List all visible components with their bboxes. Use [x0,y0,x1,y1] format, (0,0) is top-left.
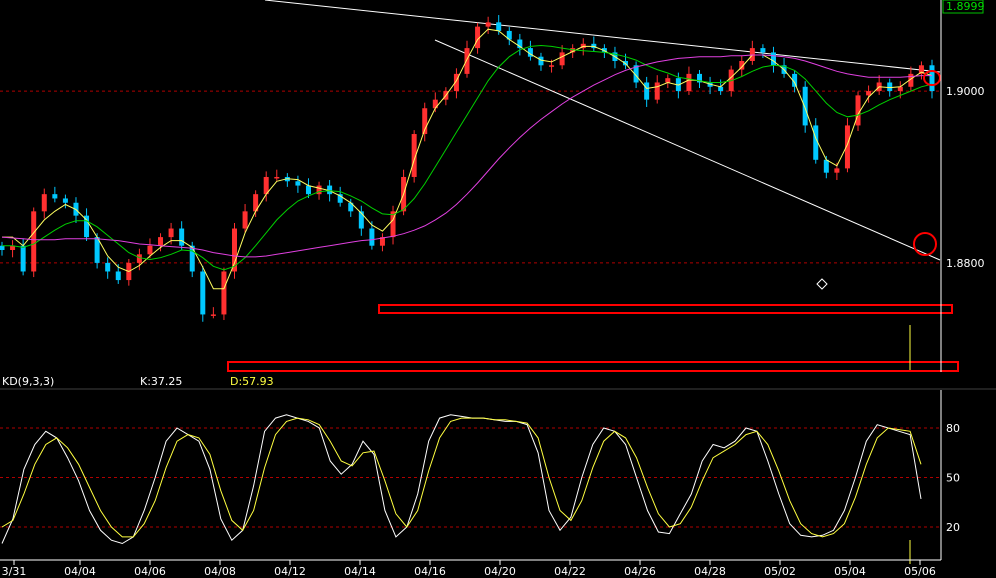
candle-body [718,86,724,92]
candle-body [549,65,555,67]
support-circle-marker [913,232,937,256]
kd-d-value: D:57.93 [230,375,274,388]
trendlines [264,0,941,261]
price-tick-label: 1.9000 [946,85,985,98]
time-tick-label: 05/04 [834,565,866,578]
candle-body [496,22,502,31]
candle-body [855,95,861,126]
kd-tick-label: 20 [946,521,960,534]
candle-body [485,22,491,27]
candle-body [168,228,174,238]
kd-title: KD(9,3,3) [2,375,54,388]
candle-body [179,228,185,246]
lower-trendline [434,39,941,261]
time-tick-label: 04/14 [344,565,376,578]
candle-body [200,271,206,315]
candle-body [369,228,375,246]
candle-body [358,211,364,229]
upper-trendline [264,0,941,73]
price-tick-label: 1.8800 [946,257,985,270]
candle-body [242,211,248,229]
candle-body [559,52,565,66]
candle-body [665,78,671,83]
kd-tick-label: 50 [946,472,960,485]
candle-body [0,245,5,251]
time-tick-label: 04/04 [64,565,96,578]
time-tick-label: 04/26 [624,565,656,578]
kd-line [1,414,922,545]
time-tick-label: 3/31 [2,565,27,578]
candle-body [210,314,216,316]
kd-k-value: K:37.25 [140,375,182,388]
candle-body [274,176,280,179]
candle-body [52,194,58,199]
forex-chart: 1.8999 1.8800 1.9000 20 50 80 3/31 04/04 04/06 0… [0,0,996,578]
time-tick-label: 04/16 [414,565,446,578]
kd-indicator [1,414,922,545]
time-tick-label: 05/02 [764,565,796,578]
candle-body [41,194,47,212]
candle-body [686,73,692,92]
candle-body [295,181,301,186]
candle-body [770,52,776,66]
time-tick-label: 04/06 [134,565,166,578]
candle-body [644,82,650,100]
candle-body [538,56,544,66]
candle-body [105,262,111,272]
candle-body [158,237,164,246]
time-tick-label: 04/20 [484,565,516,578]
grid-layer [0,90,941,528]
support-box-upper [378,304,953,314]
current-price-label: 1.8999 [946,0,985,13]
support-box-lower [227,361,959,372]
time-tick-label: 04/08 [204,565,236,578]
labels: KD(9,3,3) K:37.25 D:57.93 [2,375,274,388]
candle-body [654,82,660,100]
time-tick-label: 05/06 [904,565,936,578]
candle-body [115,271,121,281]
candle-body [823,159,829,173]
kd-tick-label: 80 [946,422,960,435]
candle-body [316,185,322,195]
candle-body [887,82,893,92]
candle-body [136,254,142,263]
candle-body [760,48,766,53]
candle-body [31,211,37,272]
time-tick-label: 04/28 [694,565,726,578]
candle-body [464,48,470,74]
candle-body [147,245,153,255]
candle-body [432,99,438,109]
candle-body [221,271,227,315]
candle-body [802,86,808,126]
candle-body [929,65,935,92]
candle-body [189,245,195,272]
candle-body [305,185,311,195]
candle-body [20,245,26,272]
time-tick-label: 04/22 [554,565,586,578]
diamond-marker [816,278,828,290]
axes: 1.8999 1.8800 1.9000 20 50 80 3/31 04/04 04/06 0… [0,0,996,578]
time-tick-label: 04/12 [274,565,306,578]
candlesticks [0,15,935,322]
candle-body [62,198,68,203]
candle-body [834,168,840,173]
